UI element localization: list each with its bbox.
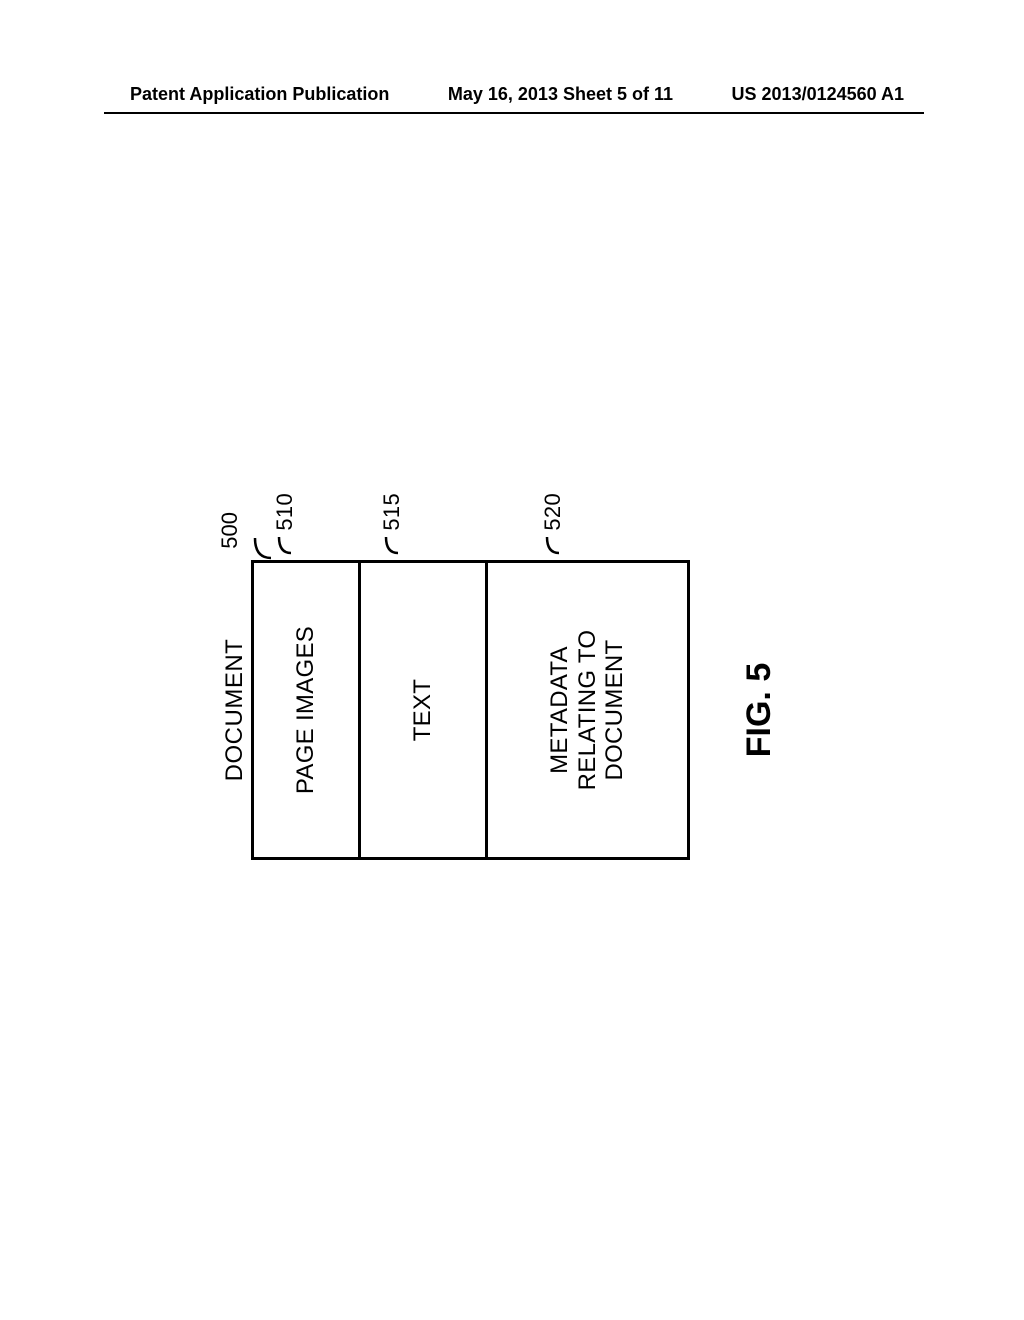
- ref-500-connector: [249, 536, 273, 560]
- ref-515: 515: [379, 493, 405, 555]
- header-left: Patent Application Publication: [130, 84, 389, 105]
- ref-515-connector: [382, 535, 402, 555]
- box-text: TEXT 515: [358, 560, 488, 860]
- ref-520-text: 520: [540, 493, 565, 531]
- figure-caption: FIG. 5: [740, 430, 779, 990]
- header-center: May 16, 2013 Sheet 5 of 11: [448, 84, 673, 105]
- box-page-images: PAGE IMAGES 510: [251, 560, 361, 860]
- box-page-images-label: PAGE IMAGES: [292, 626, 320, 794]
- ref-520: 520: [540, 493, 565, 555]
- block-stack: 500 PAGE IMAGES 510 TEXT: [251, 560, 690, 860]
- ref-510-text: 510: [272, 493, 298, 531]
- box-text-label: TEXT: [409, 679, 437, 742]
- box-metadata: METADATA RELATING TO DOCUMENT 520: [485, 560, 690, 860]
- ref-510-connector: [275, 535, 295, 555]
- ref-515-text: 515: [379, 493, 405, 531]
- patent-header: Patent Application Publication May 16, 2…: [0, 84, 1024, 105]
- ref-500: 500: [217, 512, 243, 549]
- ref-510: 510: [272, 493, 298, 555]
- box-metadata-label: METADATA RELATING TO DOCUMENT: [546, 630, 629, 791]
- ref-520-connector: [543, 535, 563, 555]
- header-rule: [104, 112, 924, 114]
- header-right: US 2013/0124560 A1: [732, 84, 904, 105]
- figure-5: DOCUMENT 500 PAGE IMAGES 510 TEXT: [221, 430, 779, 990]
